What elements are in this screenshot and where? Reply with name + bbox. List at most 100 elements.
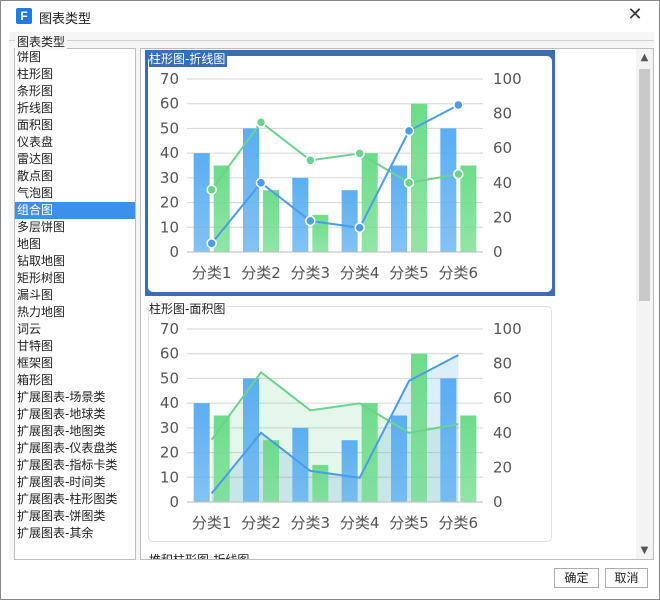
bar [292, 177, 309, 252]
bar [263, 440, 279, 502]
y-left-tick-label: 70 [160, 320, 179, 338]
x-tick-label: 分类2 [241, 514, 281, 532]
chart-type-item[interactable]: 气泡图 [15, 185, 135, 202]
chart-type-item[interactable]: 扩展图表-场景类 [15, 389, 135, 406]
y-left-tick-label: 0 [169, 243, 179, 261]
y-left-tick-label: 30 [160, 169, 179, 187]
x-tick-label: 分类1 [192, 264, 232, 282]
x-tick-label: 分类4 [340, 514, 380, 532]
bar [361, 153, 378, 252]
x-tick-label: 分类2 [241, 264, 281, 282]
chart-type-item[interactable]: 扩展图表-地球类 [15, 406, 135, 423]
group-divider [9, 40, 654, 41]
close-icon[interactable]: ✕ [625, 4, 645, 26]
bar [440, 378, 457, 502]
chart-type-item[interactable]: 多层饼图 [15, 219, 135, 236]
chart-type-item[interactable]: 雷达图 [15, 151, 135, 168]
chart-type-item[interactable]: 漏斗图 [15, 287, 135, 304]
app-logo-icon: F [16, 8, 32, 24]
chart-type-item[interactable]: 甘特图 [15, 338, 135, 355]
y-left-tick-label: 20 [160, 444, 179, 462]
chart-type-item[interactable]: 组合图 [15, 202, 135, 219]
title-bar: F 图表类型 ✕ [1, 1, 659, 31]
preview-panel: 0 10 20 30 40 50 60 70 0 20 40 60 80 100 分类1 分类2 分类3 分类4 分… [140, 48, 654, 560]
x-tick-label: 分类5 [389, 264, 429, 282]
ok-button[interactable]: 确定 [554, 568, 599, 588]
x-tick-label: 分类4 [340, 264, 380, 282]
bar-area-chart: 0 10 20 30 40 50 60 70 0 20 40 60 80 100 分类1 分类2 分类3 分类4 分… [160, 320, 522, 532]
x-tick-label: 分类5 [389, 514, 429, 532]
line-point [354, 222, 365, 234]
line-point [206, 184, 217, 195]
preview-card-title: 柱形图-折线图 [149, 50, 228, 67]
chart-type-item[interactable]: 扩展图表-其余 [15, 525, 135, 542]
x-tick-label: 分类6 [439, 514, 479, 532]
chart-type-item[interactable]: 饼图 [15, 49, 135, 66]
y-right-tick-label: 80 [493, 355, 512, 373]
preview-card-title[interactable]: 堆积柱形图-折线图 [149, 551, 249, 559]
line-point [453, 99, 464, 111]
y-left-tick-label: 10 [160, 468, 179, 486]
chart-type-list[interactable]: 饼图 柱形图 条形图 折线图 面积图 仪表盘 雷达图 散点图 气泡图 组合图 多层饼图 地图 钻取地图矩… [14, 48, 136, 560]
bar [243, 378, 259, 502]
chart-type-item[interactable]: 仪表盘 [15, 134, 135, 151]
chart-type-item[interactable]: 散点图 [15, 168, 135, 185]
line-point [255, 117, 267, 128]
chart-type-item[interactable]: 框架图 [15, 355, 135, 372]
x-tick-label: 分类3 [291, 514, 331, 532]
scrollbar-thumb[interactable] [639, 69, 650, 301]
bar [292, 427, 309, 502]
bar [243, 128, 259, 252]
bar [361, 403, 378, 502]
chart-type-item[interactable]: 折线图 [15, 100, 135, 117]
preview-card-bar-line[interactable]: 0 10 20 30 40 50 60 70 0 20 40 60 80 100 分类1 分类2 分类3 分类4 分… [145, 50, 555, 296]
bar [460, 165, 477, 252]
y-left-tick-label: 50 [160, 119, 179, 137]
chart-type-item[interactable]: 条形图 [15, 83, 135, 100]
y-right-tick-label: 100 [493, 70, 522, 88]
y-right-tick-label: 40 [493, 174, 512, 192]
preview-card-inner: 0 10 20 30 40 50 60 70 0 20 40 60 80 100 分类1 分类2 分类3 分类4 分… [148, 306, 552, 542]
chart-type-item[interactable]: 箱形图 [15, 372, 135, 389]
y-left-tick-label: 0 [169, 493, 179, 511]
chart-type-item[interactable]: 词云 [15, 321, 135, 338]
y-left-tick-label: 60 [160, 95, 179, 113]
scroll-down-icon[interactable]: ▼ [636, 542, 653, 559]
chart-type-item[interactable]: 钻取地图 [15, 253, 135, 270]
chart-type-item[interactable]: 扩展图表-指标卡类 [15, 457, 135, 474]
preview-card-bar-area[interactable]: 0 10 20 30 40 50 60 70 0 20 40 60 80 100 分类1 分类2 分类3 分类4 分… [145, 300, 555, 546]
chart-type-item[interactable]: 矩形树图 [15, 270, 135, 287]
y-left-tick-label: 60 [160, 345, 179, 363]
chart-type-item[interactable]: 扩展图表-时间类 [15, 474, 135, 491]
chart-type-item[interactable]: 扩展图表-仪表盘类 [15, 440, 135, 457]
chart-type-item[interactable]: 热力地图 [15, 304, 135, 321]
bar [341, 440, 358, 502]
chart-type-item[interactable]: 面积图 [15, 117, 135, 134]
dialog-title: 图表类型 [39, 12, 92, 27]
y-left-tick-label: 20 [160, 194, 179, 212]
bar [440, 128, 457, 252]
x-tick-label: 分类3 [291, 264, 331, 282]
y-right-tick-label: 40 [493, 424, 512, 442]
line-point [305, 155, 316, 166]
scroll-up-icon[interactable]: ▲ [636, 49, 653, 66]
chart-type-item[interactable]: 扩展图表-地图类 [15, 423, 135, 440]
chart-type-item[interactable]: 柱形图 [15, 66, 135, 83]
chart-type-item[interactable]: 地图 [15, 236, 135, 253]
y-right-tick-label: 60 [493, 139, 512, 157]
y-left-tick-label: 50 [160, 369, 179, 387]
bar [391, 165, 407, 252]
preview-card-inner: 0 10 20 30 40 50 60 70 0 20 40 60 80 100 分类1 分类2 分类3 分类4 分… [148, 56, 552, 292]
preview-scrollbar[interactable]: ▲ ▼ [636, 49, 653, 559]
bar [460, 415, 477, 502]
bar-line-chart: 0 10 20 30 40 50 60 70 0 20 40 60 80 100 分类1 分类2 分类3 分类4 分… [160, 70, 522, 282]
chart-type-group: 图表类型 饼图 柱形图 条形图 折线图 面积图 仪表盘 雷达图 散点图 气泡图 组合图 多层饼图 地图… [9, 32, 654, 560]
cancel-button[interactable]: 取消 [605, 568, 648, 588]
y-right-tick-label: 80 [493, 105, 512, 123]
line-point [354, 148, 365, 159]
chart-type-item[interactable]: 扩展图表-饼图类 [15, 508, 135, 525]
group-label: 图表类型 [15, 33, 68, 50]
chart-type-dialog: F 图表类型 ✕ 图表类型 饼图 柱形图 条形图 折线图 面积图 仪表盘 雷达图 散点图 气泡图… [0, 0, 660, 600]
line-point [206, 238, 217, 249]
chart-type-item[interactable]: 扩展图表-柱形图类 [15, 491, 135, 508]
